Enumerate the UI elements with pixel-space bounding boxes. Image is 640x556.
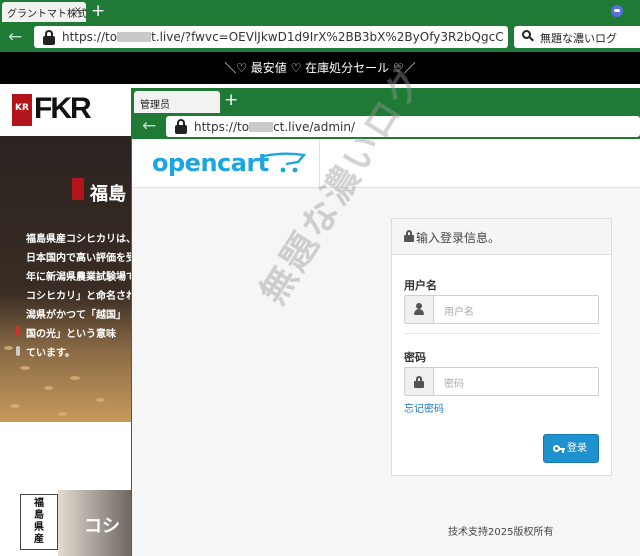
url-prefix: https://to (62, 30, 118, 44)
url-suffix: t.live/?fwvc=OEVlJkwD1d9IrX%2BB3bX%2ByOf… (151, 30, 504, 44)
username-label: 用户名 (404, 279, 437, 292)
front-url-text[interactable]: https://to ct.live/admin/ (194, 120, 355, 134)
back-nav-bar: ← https://to t.live/?fwvc=OEVlJkwD1d9IrX%… (0, 22, 640, 52)
username-input[interactable]: 用户名 (404, 295, 599, 324)
hero-line: 潟県がかつて「越国」 (26, 310, 126, 321)
front-address-bar[interactable]: https://to ct.live/admin/ (166, 116, 640, 137)
lock-icon (414, 376, 424, 388)
password-label: 密码 (404, 351, 426, 364)
search-icon (522, 30, 534, 42)
footer-text: 技术支持2025版权所有 (448, 527, 554, 538)
header-divider (319, 139, 320, 187)
password-placeholder: 密码 (444, 379, 464, 390)
promo-banner: ＼♡ 最安値 ♡ 在庫処分セール ♡／ (0, 52, 640, 84)
search-text: 無題な濃いログ (540, 32, 617, 45)
lock-icon[interactable] (175, 119, 187, 134)
login-button-label: 登录 (567, 443, 587, 454)
hero-title: 福島 (90, 184, 126, 205)
new-tab-button[interactable]: + (224, 90, 238, 110)
hero-line: ています。 (26, 348, 75, 359)
origin-stamp: 福 島 県 産 (20, 494, 58, 550)
login-heading-text: 输入登录信息。 (416, 231, 501, 245)
hero-line: 福島県産コシヒカリは、 (26, 234, 132, 245)
front-browser-window: 管理员 + ← https://to ct.live/admin/ opencar… (131, 88, 640, 556)
redacted-block (117, 32, 152, 42)
lock-icon (404, 230, 414, 242)
front-tab-bar: 管理员 + (132, 88, 640, 113)
login-panel-heading: 输入登录信息。 (392, 219, 611, 255)
redacted-block (249, 122, 274, 132)
hero-line: 年に新潟県農業試験場で (26, 272, 132, 283)
admin-content: 输入登录信息。 用户名 用户名 密码 密码 忘记密码 登录 技术支持2025版权… (132, 188, 640, 556)
search-box[interactable]: 無題な濃いログ (514, 26, 640, 48)
new-tab-button[interactable]: + (91, 1, 105, 21)
hero-logo-mark (72, 178, 84, 200)
extension-icon[interactable] (611, 5, 623, 17)
url-suffix: ct.live/admin/ (273, 120, 356, 134)
username-addon (405, 296, 434, 323)
hero-line: コシヒカリ」と命名され (26, 291, 132, 302)
hero-text: 福島県産コシヒカリは、 日本国内で高い評価を受 年に新潟県農業試験場で コシヒカ… (26, 230, 132, 363)
carousel-dot[interactable] (16, 346, 20, 356)
site-header: KR FKR (0, 84, 132, 136)
url-prefix: https://to (194, 120, 250, 134)
password-input[interactable]: 密码 (404, 367, 599, 396)
password-addon (405, 368, 434, 395)
user-icon (414, 303, 424, 315)
back-address-bar[interactable]: https://to t.live/?fwvc=OEVlJkwD1d9IrX%2B… (34, 26, 508, 48)
logo-mark: KR (12, 94, 32, 126)
product-section: 福 島 県 産 コシ (0, 422, 132, 556)
key-icon (553, 444, 565, 454)
hero-line: 国の光」という意味 (26, 329, 116, 340)
back-arrow-icon[interactable]: ← (142, 116, 156, 136)
hero-banner: 福島 福島県産コシヒカリは、 日本国内で高い評価を受 年に新潟県農業試験場で コ… (0, 136, 132, 422)
back-arrow-icon[interactable]: ← (8, 27, 22, 47)
back-tab[interactable]: グラントマト株式会社 × (2, 2, 86, 22)
login-button[interactable]: 登录 (543, 434, 599, 463)
opencart-header: opencart (132, 139, 640, 188)
product-title: コシ (84, 516, 120, 537)
opencart-logo[interactable]: opencart (152, 149, 269, 177)
carousel-dot-active[interactable] (16, 326, 20, 336)
lock-icon[interactable] (43, 30, 55, 45)
cart-icon (263, 152, 306, 173)
username-placeholder: 用户名 (444, 307, 474, 318)
front-nav-bar: ← https://to ct.live/admin/ (132, 113, 640, 139)
form-divider (404, 333, 599, 334)
close-icon[interactable]: × (74, 5, 82, 16)
back-url-text[interactable]: https://to t.live/?fwvc=OEVlJkwD1d9IrX%2B… (62, 30, 504, 44)
logo-text[interactable]: FKR (34, 92, 92, 126)
forgot-password-link[interactable]: 忘记密码 (404, 400, 444, 415)
admin-tab[interactable]: 管理员 (134, 91, 220, 113)
hero-line: 日本国内で高い評価を受 (26, 253, 132, 264)
back-tab-bar: グラントマト株式会社 × + (0, 0, 640, 22)
login-panel: 输入登录信息。 用户名 用户名 密码 密码 忘记密码 登录 (391, 218, 612, 476)
